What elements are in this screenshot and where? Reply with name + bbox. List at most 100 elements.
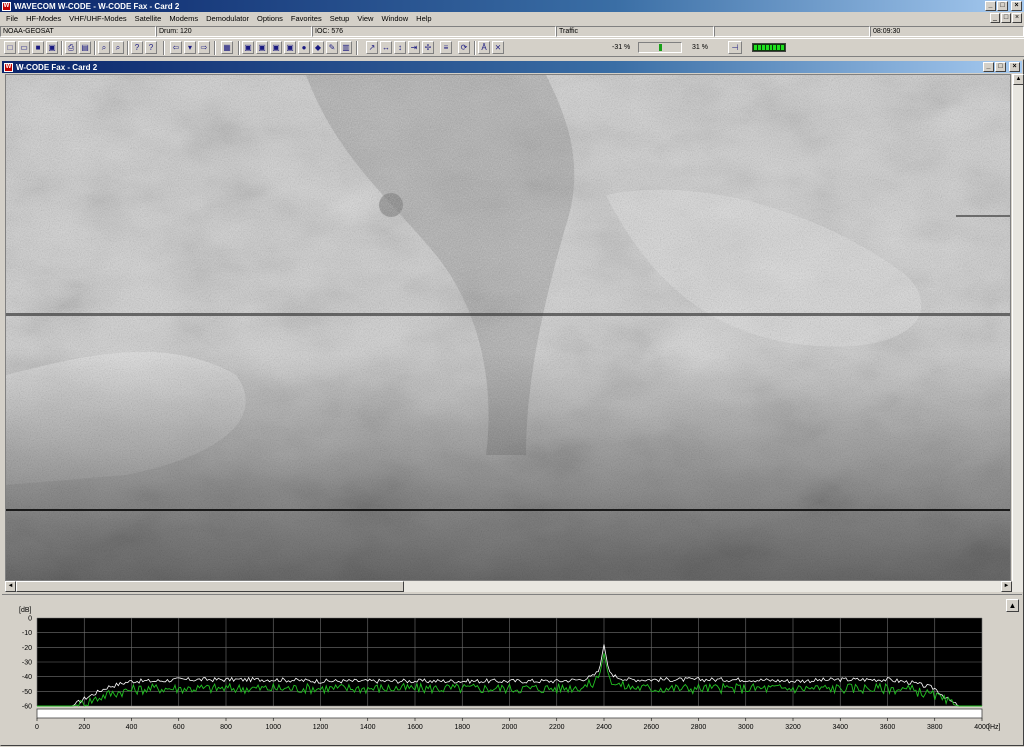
- close-button[interactable]: ×: [1011, 1, 1022, 11]
- afc-icon[interactable]: ▥: [340, 41, 352, 54]
- center-icon[interactable]: ⇥: [408, 41, 420, 54]
- menu-view[interactable]: View: [353, 14, 377, 23]
- new-icon[interactable]: □: [4, 41, 16, 54]
- tuning-indicator-icon[interactable]: ⨯: [492, 41, 504, 54]
- app-icon[interactable]: W: [2, 1, 11, 11]
- menu-help[interactable]: Help: [412, 14, 435, 23]
- context-help-icon[interactable]: ?: [145, 41, 157, 54]
- mode1-icon[interactable]: ▣: [242, 41, 254, 54]
- maximize-button[interactable]: □: [997, 1, 1008, 11]
- stop-icon[interactable]: ◆: [312, 41, 324, 54]
- x-axis-label: [Hz]: [988, 724, 1001, 731]
- fm-icon[interactable]: Ā: [478, 41, 490, 54]
- x-tick-label: 3200: [785, 724, 801, 731]
- refresh-icon[interactable]: ≡: [440, 41, 452, 54]
- dropdown-icon[interactable]: ▾: [184, 41, 196, 54]
- phase-icon[interactable]: ↔: [380, 41, 392, 54]
- fax-image[interactable]: [5, 74, 1011, 581]
- x-tick-label: 2000: [502, 724, 518, 731]
- x-tick-label: 0: [35, 724, 39, 731]
- y-tick-label: -40: [22, 674, 32, 681]
- print-icon[interactable]: ⎙: [65, 41, 77, 54]
- x-tick-label: 3600: [880, 724, 896, 731]
- child-close-button[interactable]: ×: [1009, 62, 1020, 72]
- mode4-icon[interactable]: ▣: [284, 41, 296, 54]
- level-right-text: 31 %: [692, 44, 708, 51]
- menu-window[interactable]: Window: [377, 14, 412, 23]
- x-tick-label: 2200: [549, 724, 565, 731]
- menu-satellite[interactable]: Satellite: [131, 14, 166, 23]
- vertical-scrollbar[interactable]: ▲: [1012, 74, 1024, 581]
- x-tick-label: 400: [126, 724, 138, 731]
- menu-demodulator[interactable]: Demodulator: [202, 14, 253, 23]
- menu-vhf-uhf-modes[interactable]: VHF/UHF-Modes: [65, 14, 131, 23]
- x-tick-label: 1200: [313, 724, 329, 731]
- signal-led: [754, 45, 757, 50]
- horizontal-scroll-thumb[interactable]: [16, 581, 404, 592]
- help-icon[interactable]: ?: [131, 41, 143, 54]
- collapse-spectrum-button[interactable]: ▲: [1006, 599, 1019, 612]
- status-spare: [714, 26, 870, 37]
- find-icon[interactable]: ⌕: [98, 41, 110, 54]
- status-time: 08:09:30: [870, 26, 1024, 37]
- child-maximize-button[interactable]: □: [995, 62, 1006, 72]
- save-as-icon[interactable]: ▣: [46, 41, 58, 54]
- menu-options[interactable]: Options: [253, 14, 287, 23]
- open-icon[interactable]: ▭: [18, 41, 30, 54]
- lock-icon[interactable]: ✢: [422, 41, 434, 54]
- invert-icon[interactable]: ↕: [394, 41, 406, 54]
- menu-modems[interactable]: Modems: [165, 14, 202, 23]
- tune-icon[interactable]: ✎: [326, 41, 338, 54]
- scroll-right-button[interactable]: ►: [1001, 581, 1012, 592]
- find-next-icon[interactable]: ⌕: [112, 41, 124, 54]
- spectrum-chart[interactable]: 0 -10 -20 -30 -40 -50 -60 [dB] 0 200 400 600 800 1000…: [2, 595, 1002, 746]
- mdi-minimize-button[interactable]: _: [990, 13, 1000, 23]
- y-tick-label: -30: [22, 660, 32, 667]
- toolbar-separator: [127, 41, 129, 55]
- child-app-icon[interactable]: W: [4, 62, 13, 72]
- back-icon[interactable]: ⇦: [170, 41, 182, 54]
- print-preview-icon[interactable]: ▤: [79, 41, 91, 54]
- menu-favorites[interactable]: Favorites: [287, 14, 326, 23]
- toolbar-separator: [238, 41, 240, 55]
- scroll-up-button[interactable]: ▲: [1013, 74, 1024, 85]
- y-tick-label: -50: [22, 689, 32, 696]
- mode2-icon[interactable]: ▣: [256, 41, 268, 54]
- x-tick-label: 3400: [832, 724, 848, 731]
- level-left-text: -31 %: [612, 44, 631, 51]
- mdi-restore-button[interactable]: □: [1001, 13, 1011, 23]
- x-tick-label: 2600: [643, 724, 659, 731]
- y-tick-label: 0: [28, 616, 32, 623]
- sync-icon[interactable]: ↗: [366, 41, 378, 54]
- toolbar-separator: [356, 41, 358, 55]
- y-axis-label: [dB]: [19, 607, 32, 614]
- x-tick-label: 3800: [927, 724, 943, 731]
- x-tick-label: 2800: [691, 724, 707, 731]
- x-tick-label: 2400: [596, 724, 612, 731]
- forward-icon[interactable]: ⇨: [198, 41, 210, 54]
- signal-led-bar: [752, 43, 786, 52]
- scroll-left-button[interactable]: ◄: [5, 581, 16, 592]
- signal-led: [765, 45, 769, 50]
- frequency-slider: [36, 708, 983, 719]
- save-icon[interactable]: ■: [32, 41, 44, 54]
- table-icon[interactable]: ▦: [221, 41, 233, 54]
- signal-led: [761, 45, 765, 50]
- x-tick-label: 800: [220, 724, 232, 731]
- signal-led: [777, 45, 781, 50]
- mode3-icon[interactable]: ▣: [270, 41, 282, 54]
- app-title: WAVECOM W-CODE - W-CODE Fax - Card 2: [14, 1, 180, 11]
- spectrum-panel: 0 -10 -20 -30 -40 -50 -60 [dB] 0 200 400 600 800 1000…: [2, 594, 1022, 745]
- mdi-close-button[interactable]: ×: [1012, 13, 1022, 23]
- child-minimize-button[interactable]: _: [983, 62, 994, 72]
- level-indicator: [659, 44, 662, 51]
- menu-hf-modes[interactable]: HF-Modes: [22, 14, 65, 23]
- x-tick-label: 1800: [454, 724, 470, 731]
- squelch-icon[interactable]: ⊣: [728, 41, 742, 54]
- horizontal-scrollbar[interactable]: ◄ ►: [5, 581, 1023, 592]
- minimize-button[interactable]: _: [985, 1, 996, 11]
- auto-icon[interactable]: ⟳: [458, 41, 470, 54]
- menu-file[interactable]: File: [2, 14, 22, 23]
- menu-setup[interactable]: Setup: [326, 14, 354, 23]
- record-icon[interactable]: ●: [298, 41, 310, 54]
